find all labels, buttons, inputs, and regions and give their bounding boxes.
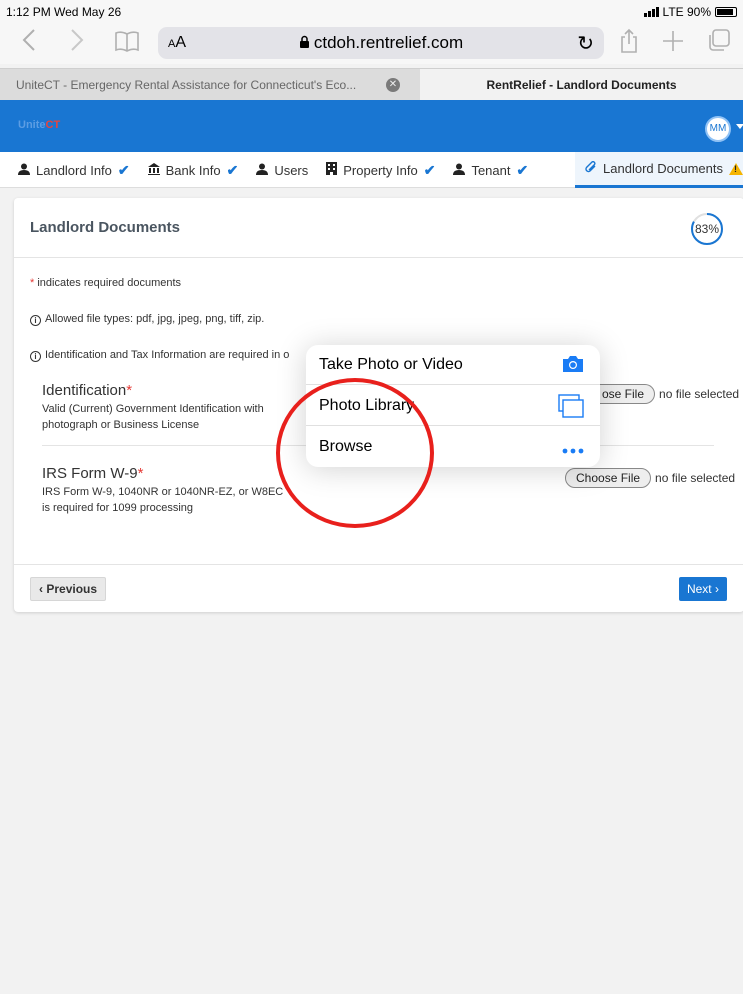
- doc-title-text: IRS Form W-9: [42, 465, 138, 482]
- progress-label: 83%: [694, 222, 720, 236]
- id-tax-text: Identification and Tax Information are r…: [45, 349, 290, 361]
- page-title: Landlord Documents: [30, 219, 181, 236]
- doc-desc-line: is required for 1099 processing: [42, 502, 194, 514]
- chevron-right-icon: ›: [715, 582, 719, 596]
- chevron-left-icon: ‹: [39, 582, 43, 596]
- step-landlord-documents[interactable]: Landlord Documents: [575, 152, 743, 188]
- required-marker: *: [126, 382, 133, 399]
- status-bar: 1:12 PM Wed May 26 LTE 90%: [0, 0, 743, 22]
- battery-icon: [715, 7, 737, 17]
- step-property-info[interactable]: Property Info ✔: [308, 152, 435, 188]
- tab-title: RentRelief - Landlord Documents: [486, 78, 677, 92]
- reload-icon[interactable]: ↻: [577, 31, 594, 56]
- step-label: Landlord Documents: [603, 161, 723, 176]
- doc-title: IRS Form W-9*: [42, 465, 283, 482]
- back-icon[interactable]: [14, 28, 44, 58]
- share-icon[interactable]: [614, 28, 644, 58]
- info-icon: i: [30, 351, 41, 362]
- status-time: 1:12 PM Wed May 26: [6, 5, 122, 19]
- previous-label: Previous: [46, 582, 98, 596]
- browser-toolbar: AA ctdoh.rentrelief.com ↻: [0, 22, 743, 64]
- bookmarks-icon[interactable]: [112, 28, 142, 58]
- doc-desc-line: IRS Form W-9, 1040NR or 1040NR-EZ, or W8…: [42, 486, 284, 498]
- step-navigation: Landlord Info ✔ Bank Info ✔ Users Proper…: [0, 152, 743, 188]
- unitect-logo[interactable]: UniteCT: [18, 119, 60, 131]
- tabs-icon[interactable]: [704, 28, 734, 58]
- url-display[interactable]: ctdoh.rentrelief.com: [158, 33, 604, 53]
- step-label: Tenant: [471, 162, 511, 178]
- next-label: Next: [686, 582, 712, 596]
- camera-icon: [562, 355, 584, 378]
- check-icon: ✔: [226, 161, 239, 178]
- carrier-text: LTE 90%: [662, 5, 711, 19]
- id-tax-note: i Identification and Tax Information are …: [30, 349, 289, 362]
- lock-icon: [299, 35, 309, 48]
- step-label: Users: [274, 162, 309, 178]
- address-bar[interactable]: AA ctdoh.rentrelief.com ↻: [158, 27, 604, 59]
- doc-desc-line: Valid (Current) Government Identificatio…: [42, 403, 264, 415]
- browser-tabs: UniteCT - Emergency Rental Assistance fo…: [0, 68, 743, 101]
- step-tenant[interactable]: Tenant ✔: [435, 152, 528, 188]
- doc-description: IRS Form W-9, 1040NR or 1040NR-EZ, or W8…: [42, 484, 283, 516]
- close-tab-icon[interactable]: ✕: [386, 78, 400, 92]
- more-icon: [562, 441, 584, 459]
- avatar[interactable]: MM: [705, 116, 731, 142]
- photo-library-icon: [558, 394, 584, 423]
- building-icon: [326, 162, 338, 178]
- step-bank-info[interactable]: Bank Info ✔: [130, 152, 239, 188]
- choose-file-button[interactable]: Choose File: [565, 468, 652, 488]
- step-label: Property Info: [343, 162, 418, 178]
- status-right: LTE 90%: [643, 5, 737, 19]
- choose-file-button[interactable]: ose File: [598, 384, 656, 404]
- previous-button[interactable]: ‹ Previous: [30, 577, 107, 601]
- url-text: ctdoh.rentrelief.com: [313, 33, 464, 52]
- tab-title: UniteCT - Emergency Rental Assistance fo…: [16, 78, 357, 92]
- file-types-note: i Allowed file types: pdf, jpg, jpeg, png…: [30, 313, 264, 326]
- progress-indicator: 83%: [690, 212, 724, 246]
- option-label: Take Photo or Video: [319, 356, 463, 373]
- required-marker: *: [137, 465, 144, 482]
- file-status: no file selected: [655, 471, 736, 485]
- warning-icon: [729, 162, 743, 175]
- file-status: no file selected: [659, 387, 740, 401]
- step-landlord-info[interactable]: Landlord Info ✔: [0, 152, 130, 188]
- doc-desc-line: photograph or Business License: [42, 419, 200, 431]
- next-button[interactable]: Next ›: [678, 577, 727, 601]
- logo-prefix: Unite: [18, 119, 46, 131]
- info-icon: i: [30, 315, 41, 326]
- w9-file-picker: Choose File no file selected: [565, 468, 735, 488]
- user-icon: [453, 163, 466, 178]
- app-header: UniteCT MM: [0, 100, 743, 152]
- step-label: Bank Info: [165, 162, 221, 178]
- new-tab-icon[interactable]: [658, 28, 688, 58]
- check-icon: ✔: [516, 161, 529, 178]
- required-note: * indicates required documents: [30, 277, 181, 289]
- logo-suffix: CT: [45, 119, 61, 131]
- bank-icon: [147, 162, 160, 178]
- check-icon: ✔: [423, 161, 436, 178]
- file-types-text: Allowed file types: pdf, jpg, jpeg, png,…: [45, 313, 265, 325]
- step-label: Landlord Info: [36, 162, 112, 178]
- document-identification: Identification* Valid (Current) Governme…: [42, 382, 264, 433]
- check-icon: ✔: [117, 161, 130, 178]
- doc-title: Identification*: [42, 382, 264, 399]
- user-icon: [256, 163, 269, 178]
- card-header: Landlord Documents 83%: [14, 198, 743, 258]
- card-footer: ‹ Previous Next ›: [14, 564, 743, 612]
- document-irs-w9: IRS Form W-9* IRS Form W-9, 1040NR or 10…: [42, 465, 283, 516]
- required-marker: *: [30, 277, 35, 289]
- chevron-down-icon[interactable]: [736, 124, 743, 129]
- paperclip-icon: [585, 160, 597, 177]
- tab-rentrelief[interactable]: RentRelief - Landlord Documents: [420, 69, 743, 101]
- doc-title-text: Identification: [42, 382, 127, 399]
- user-icon: [18, 163, 30, 178]
- tab-unitect[interactable]: UniteCT - Emergency Rental Assistance fo…: [0, 69, 420, 101]
- doc-description: Valid (Current) Government Identificatio…: [42, 401, 264, 433]
- signal-icon: [643, 7, 659, 17]
- highlight-circle: [276, 378, 434, 528]
- step-users[interactable]: Users: [238, 152, 308, 188]
- required-note-text: indicates required documents: [37, 277, 182, 289]
- identification-file-picker: ose File no file selected: [598, 384, 739, 404]
- forward-icon[interactable]: [62, 28, 92, 58]
